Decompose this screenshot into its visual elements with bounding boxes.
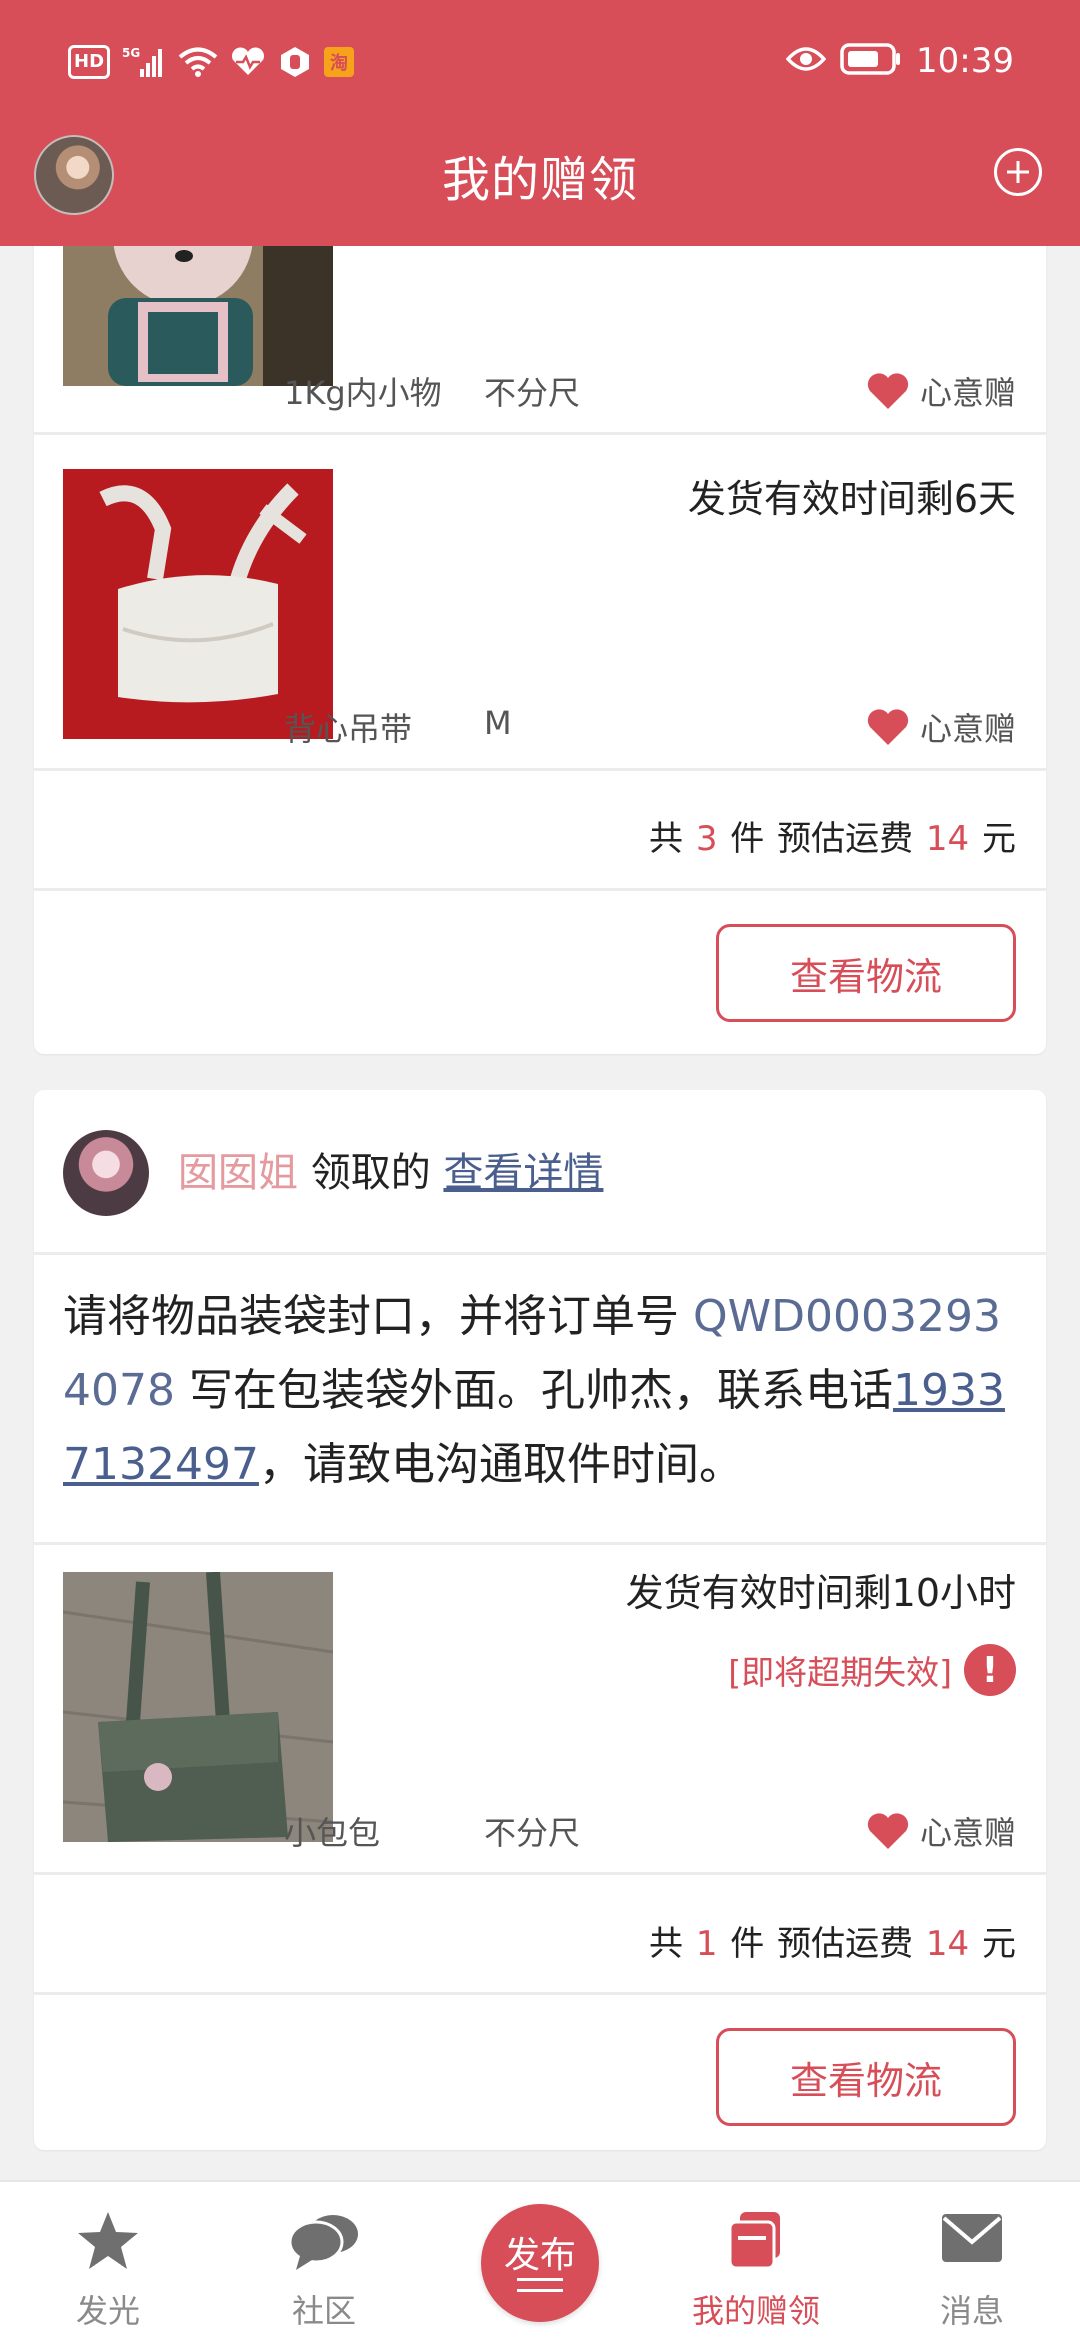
item-name: 小包包 bbox=[284, 1814, 381, 1852]
nav-label: 我的赠领 bbox=[691, 2292, 820, 2330]
heart-icon bbox=[867, 709, 909, 745]
order-summary: 共 3 件 预估运费 14 元 bbox=[649, 819, 1016, 859]
divider bbox=[34, 768, 1046, 771]
top-bar: HD 5G 淘 10:39 我的赠领 bbox=[0, 0, 1080, 246]
nav-item-glow[interactable]: 发光 bbox=[0, 2182, 216, 2342]
claim-header: 囡囡姐 领取的 查看详情 bbox=[178, 1140, 603, 1198]
gift-tag-label: 心意赠 bbox=[919, 710, 1016, 748]
5g-signal-icon: 5G bbox=[122, 45, 166, 79]
chat-bubbles-icon bbox=[288, 2210, 360, 2276]
publish-label: 发布 bbox=[503, 2235, 576, 2276]
nav-label: 发光 bbox=[75, 2292, 140, 2330]
page-title: 我的赠领 bbox=[441, 152, 638, 208]
claimer-name[interactable]: 囡囡姐 bbox=[178, 1150, 298, 1196]
nav-label: 消息 bbox=[939, 2292, 1004, 2330]
divider bbox=[34, 1872, 1046, 1875]
shipping-fee: 14 bbox=[925, 819, 970, 859]
order-summary: 共 1 件 预估运费 14 元 bbox=[649, 1924, 1016, 1964]
svg-text:5G: 5G bbox=[122, 46, 140, 60]
item-count: 3 bbox=[695, 819, 718, 859]
view-logistics-button[interactable]: 查看物流 bbox=[716, 2028, 1016, 2126]
order-list[interactable]: 1Kg内小物 不分尺 心意赠 发货有效时间剩6天 背心吊带 M 心意赠 共 3 … bbox=[0, 246, 1080, 2180]
gift-tag-label: 心意赠 bbox=[919, 374, 1016, 412]
hand-icon bbox=[278, 45, 312, 79]
exclamation-icon: ! bbox=[964, 1644, 1016, 1696]
shipping-fee: 14 bbox=[925, 1924, 970, 1964]
nav-item-messages[interactable]: 消息 bbox=[864, 2182, 1080, 2342]
packing-instruction: 请将物品装袋封口，并将订单号 QWD00032934078 写在包装袋外面。孔帅… bbox=[63, 1291, 1005, 1490]
item-count: 1 bbox=[695, 1924, 718, 1964]
heart-icon bbox=[867, 1813, 909, 1849]
health-icon bbox=[230, 47, 266, 77]
item-name: 1Kg内小物 bbox=[284, 374, 442, 412]
remaining-time: 发货有效时间剩6天 bbox=[687, 477, 1016, 521]
item-photo-tank-top[interactable] bbox=[63, 469, 333, 739]
status-bar-right: 10:39 bbox=[785, 38, 1014, 84]
plus-circle-icon[interactable] bbox=[994, 148, 1042, 196]
gift-tag: 心意赠 bbox=[866, 368, 1016, 414]
claimer-avatar[interactable] bbox=[63, 1130, 149, 1216]
item-photo-teddy[interactable] bbox=[63, 246, 333, 386]
star-icon bbox=[76, 2210, 140, 2276]
view-details-link[interactable]: 查看详情 bbox=[443, 1150, 603, 1196]
order-card: 囡囡姐 领取的 查看详情 请将物品装袋封口，并将订单号 QWD000329340… bbox=[34, 1090, 1046, 2150]
publish-icon bbox=[517, 2278, 563, 2300]
eye-icon bbox=[785, 45, 827, 77]
nav-label: 社区 bbox=[291, 2292, 356, 2330]
status-bar-left: HD 5G 淘 bbox=[68, 42, 355, 82]
gift-cards-icon bbox=[726, 2210, 786, 2274]
nav-item-my-gifts[interactable]: 我的赠领 bbox=[648, 2182, 864, 2342]
divider bbox=[34, 888, 1046, 891]
warning-text: [即将超期失效] bbox=[728, 1653, 952, 1692]
nav-item-community[interactable]: 社区 bbox=[216, 2182, 432, 2342]
divider bbox=[34, 1992, 1046, 1995]
mail-icon bbox=[940, 2210, 1004, 2270]
item-name: 背心吊带 bbox=[284, 710, 413, 748]
gift-tag-label: 心意赠 bbox=[919, 1814, 1016, 1852]
heart-icon bbox=[867, 373, 909, 409]
order-card: 1Kg内小物 不分尺 心意赠 发货有效时间剩6天 背心吊带 M 心意赠 共 3 … bbox=[34, 246, 1046, 1054]
wifi-icon bbox=[178, 46, 218, 78]
view-logistics-button[interactable]: 查看物流 bbox=[716, 924, 1016, 1022]
gift-tag: 心意赠 bbox=[866, 704, 1016, 750]
expiring-warning: [即将超期失效] ! bbox=[728, 1644, 1016, 1696]
claim-text: 领取的 bbox=[310, 1150, 431, 1196]
item-size: 不分尺 bbox=[484, 374, 581, 412]
publish-button[interactable]: 发布 bbox=[481, 2204, 599, 2322]
battery-icon bbox=[840, 42, 902, 80]
divider bbox=[34, 1542, 1046, 1545]
divider bbox=[34, 432, 1046, 435]
hd-icon: HD bbox=[68, 45, 111, 79]
item-size: 不分尺 bbox=[484, 1814, 581, 1852]
item-photo-bag[interactable] bbox=[63, 1572, 333, 1842]
remaining-time: 发货有效时间剩10小时 bbox=[625, 1571, 1016, 1615]
taobao-icon: 淘 bbox=[324, 47, 355, 77]
item-size: M bbox=[484, 704, 512, 742]
status-time: 10:39 bbox=[916, 41, 1014, 81]
divider bbox=[34, 1252, 1046, 1255]
gift-tag: 心意赠 bbox=[866, 1808, 1016, 1854]
